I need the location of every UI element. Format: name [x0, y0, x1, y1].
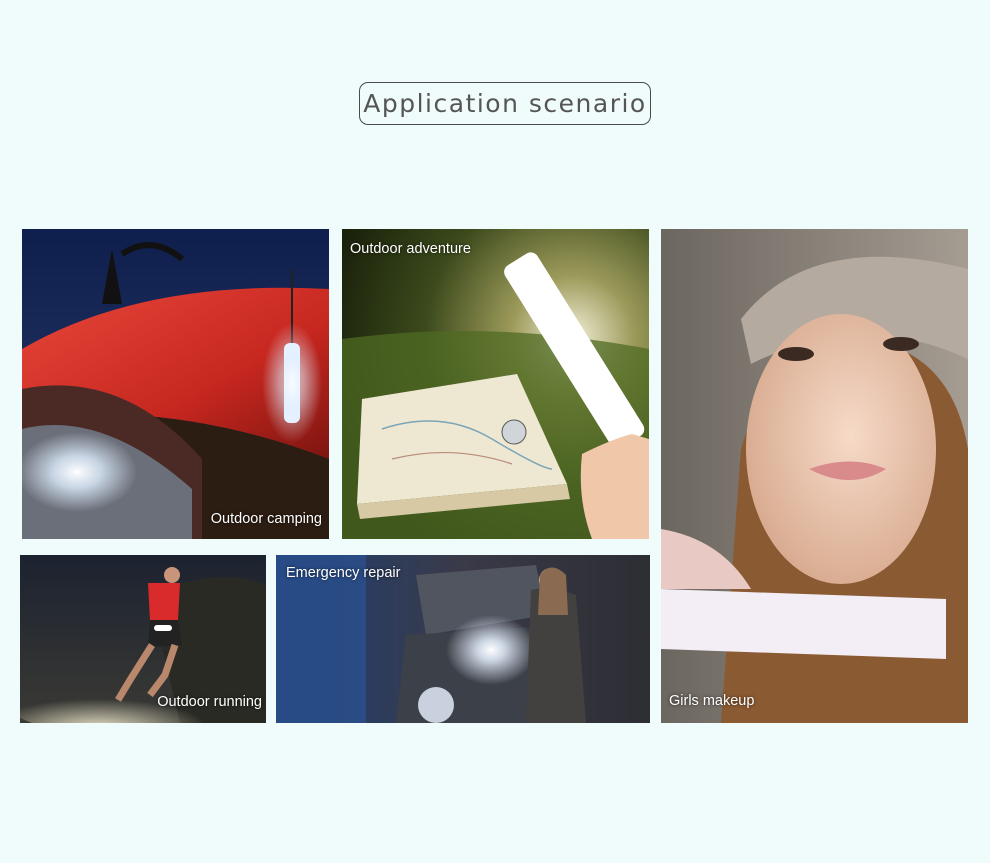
- scenario-card-running: Outdoor running: [20, 555, 266, 723]
- scenario-card-repair: Emergency repair: [276, 555, 650, 723]
- section-title: Application scenario: [359, 82, 651, 125]
- scenario-caption: Outdoor camping: [210, 511, 322, 527]
- scenario-caption: Outdoor running: [157, 694, 262, 710]
- scenario-card-makeup: Girls makeup: [661, 229, 968, 723]
- adventure-photo: [342, 229, 649, 539]
- scenario-caption: Emergency repair: [286, 565, 401, 581]
- camping-photo: [22, 229, 329, 539]
- scenario-caption: Outdoor adventure: [350, 241, 471, 257]
- makeup-photo: [661, 229, 968, 723]
- scenario-card-camping: Outdoor camping: [22, 229, 329, 539]
- scenario-card-adventure: Outdoor adventure: [342, 229, 649, 539]
- scenario-caption: Girls makeup: [669, 693, 755, 709]
